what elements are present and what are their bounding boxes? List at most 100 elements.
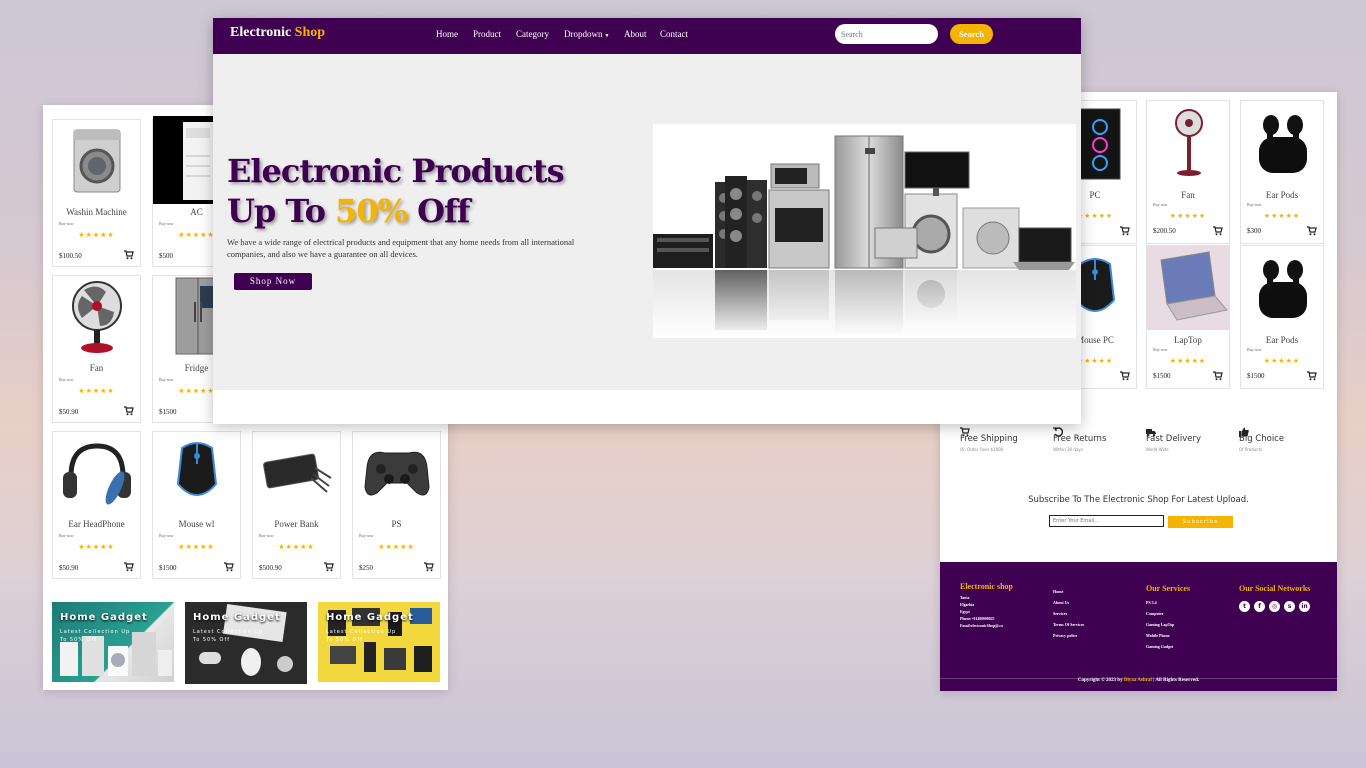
product-price: $500 [159, 252, 173, 260]
product-name: Power Bank [274, 519, 319, 529]
footer-link[interactable]: Computer [1146, 608, 1190, 619]
gadget-banner-3[interactable]: Home Gadget Latest Collection Up To 50% … [318, 602, 440, 682]
footer-link[interactable]: Services [1053, 608, 1084, 619]
brand-second: Shop [294, 25, 326, 40]
footer-col-social: Our Social Networks t f ◎ s in [1239, 584, 1314, 617]
product-name: Mouse wl [178, 519, 215, 529]
brand-first: Electronic [230, 25, 292, 40]
instagram-icon[interactable]: ◎ [1269, 601, 1280, 612]
cart-icon[interactable] [324, 559, 334, 572]
buy-now-link[interactable]: Buy now [359, 533, 374, 538]
nav-about[interactable]: About [624, 29, 647, 39]
footer-link[interactable]: About Us [1053, 597, 1084, 608]
search-button[interactable]: Search [950, 24, 993, 44]
footer-link[interactable]: Home [1053, 586, 1084, 597]
footer-link[interactable]: Gaming Gadget [1146, 641, 1190, 652]
copyright-name[interactable]: Diyaa Ashraf [1124, 678, 1152, 683]
product-price: $300 [1247, 227, 1261, 235]
rating-stars: ★★★★★ [78, 387, 115, 395]
cart-icon[interactable] [224, 559, 234, 572]
nav-home[interactable]: Home [436, 29, 458, 39]
twitter-icon[interactable]: t [1239, 601, 1250, 612]
product-price: $1500 [159, 564, 177, 572]
buy-now-link[interactable]: Buy now [1153, 347, 1168, 352]
skype-icon[interactable]: s [1284, 601, 1295, 612]
subscribe-email-input[interactable] [1049, 515, 1164, 527]
buy-now-link[interactable]: Buy now [159, 533, 174, 538]
footer-col-services: Our Services PS 5.4 Computer Gaming LapTop… [1146, 584, 1190, 652]
cart-icon[interactable] [1307, 223, 1317, 236]
product-price: $200.50 [1153, 227, 1176, 235]
product-name: Ear Pods [1265, 335, 1299, 345]
rating-stars: ★★★★★ [378, 543, 415, 551]
product-name: Fan [1181, 190, 1195, 200]
facebook-icon[interactable]: f [1254, 601, 1265, 612]
subscribe-button[interactable]: Subscribe [1168, 516, 1233, 528]
cart-icon[interactable] [124, 403, 134, 416]
footer-link[interactable]: Terms Of Services [1053, 619, 1084, 630]
hero-title-suffix: Off [417, 192, 470, 230]
laptop-image [1147, 246, 1229, 330]
product-price: $1500 [1153, 372, 1171, 380]
mouse-image [153, 432, 240, 512]
rating-stars: ★★★★★ [1169, 212, 1207, 220]
gadget-subtitle: Latest Collection Up To 50% Off [326, 629, 397, 643]
feature-undo: Free Returns Within 30 days [1053, 422, 1143, 452]
product-name: Ear Pods [1265, 190, 1299, 200]
gadget-subtitle: Latest Collection Up To 50% Off [193, 629, 264, 643]
cart-icon[interactable] [124, 559, 134, 572]
cart-icon[interactable] [1120, 223, 1130, 236]
brand-logo[interactable]: Electronic Shop [230, 25, 325, 41]
product-card-stand-fan[interactable]: Fan Buy now ★★★★★ $200.50 [1146, 100, 1230, 244]
buy-now-link[interactable]: Buy now [59, 377, 74, 382]
copyright: Copyright © 2023 by Diyaa Ashraf | All R… [940, 678, 1337, 683]
buy-now-link[interactable]: Buy now [159, 221, 174, 226]
product-card-washing-machine[interactable]: Washin Machine Buy now ★★★★★ $100.50 [52, 119, 141, 267]
rating-stars: ★★★★★ [1263, 212, 1301, 220]
cart-icon[interactable] [1213, 368, 1223, 381]
buy-now-link[interactable]: Buy now [1247, 347, 1262, 352]
footer-link[interactable]: PS 5.4 [1146, 597, 1190, 608]
rating-stars: ★★★★★ [178, 543, 215, 551]
gadget-banner-2[interactable]: Home Gadget Latest Collection Up To 50% … [185, 602, 307, 684]
product-card-earpods[interactable]: Ear Pods Buy now ★★★★★ $300 [1240, 100, 1324, 244]
product-card-earpods[interactable]: Ear Pods Buy now ★★★★★ $1500 [1240, 245, 1324, 389]
cart-icon[interactable] [424, 559, 434, 572]
product-price: $1500 [159, 408, 177, 416]
shop-now-button[interactable]: Shop Now [234, 273, 312, 290]
cart-icon[interactable] [1213, 223, 1223, 236]
nav-product[interactable]: Product [473, 29, 501, 39]
feature-subtitle: Of Products [1239, 447, 1263, 452]
buy-now-link[interactable]: Buy now [1247, 202, 1262, 207]
product-card-mouse[interactable]: Mouse wl Buy now ★★★★★ $1500 [152, 431, 241, 579]
product-name: Washin Machine [66, 207, 127, 217]
nav-contact[interactable]: Contact [660, 29, 688, 39]
footer-link[interactable]: Mobile Phone [1146, 630, 1190, 641]
nav-dropdown[interactable]: Dropdown ▼ [564, 29, 609, 39]
buy-now-link[interactable]: Buy now [1153, 202, 1168, 207]
feature-subtitle: Within 30 days [1053, 447, 1083, 452]
buy-now-link[interactable]: Buy now [59, 221, 74, 226]
gadget-banner-1[interactable]: Home Gadget Latest Collection Up To 50% … [52, 602, 174, 682]
hero-banner: Electronic Products Up To 50% Off We hav… [213, 54, 1081, 390]
buy-now-link[interactable]: Buy now [159, 377, 174, 382]
chevron-down-icon: ▼ [604, 34, 610, 39]
cart-icon[interactable] [124, 247, 134, 260]
feature-title: Big Choice [1239, 434, 1285, 444]
product-card-headphones[interactable]: Ear HeadPhone Buy now ★★★★★ $50.90 [52, 431, 141, 579]
product-card-power-bank[interactable]: Power Bank Buy now ★★★★★ $500.90 [252, 431, 341, 579]
cart-icon[interactable] [1120, 368, 1130, 381]
search-input[interactable] [835, 24, 938, 44]
fan-image [53, 276, 140, 356]
footer-link[interactable]: Gaming LapTop [1146, 619, 1190, 630]
product-card-gamepad[interactable]: PS Buy now ★★★★★ $250 [352, 431, 441, 579]
buy-now-link[interactable]: Buy now [59, 533, 74, 538]
footer-link[interactable]: Privacy police [1053, 630, 1084, 641]
nav-category[interactable]: Category [516, 29, 549, 39]
product-card-fan[interactable]: Fan Buy now ★★★★★ $50.90 [52, 275, 141, 423]
feature-thumbs-up: Big Choice Of Products [1239, 422, 1329, 452]
cart-icon[interactable] [1307, 368, 1317, 381]
buy-now-link[interactable]: Buy now [259, 533, 274, 538]
linkedin-icon[interactable]: in [1299, 601, 1310, 612]
product-card-laptop[interactable]: LapTop Buy now ★★★★★ $1500 [1146, 245, 1230, 389]
